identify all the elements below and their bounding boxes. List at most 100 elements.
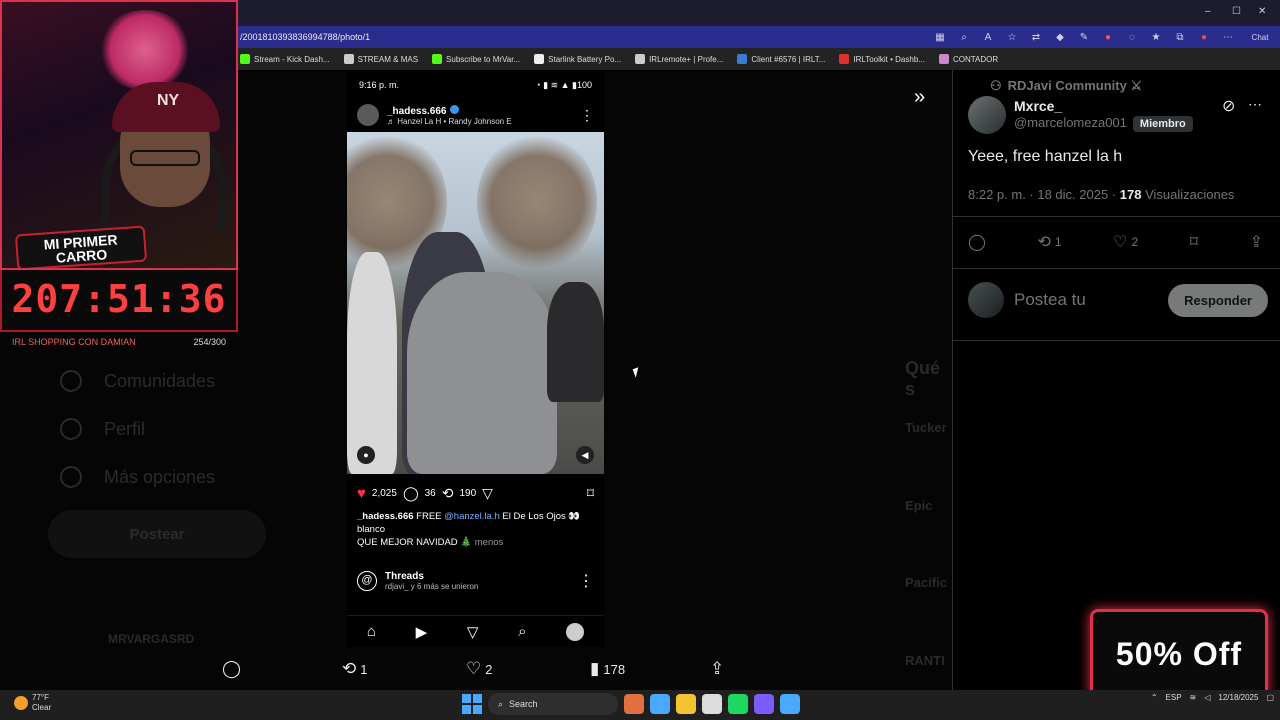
bookmark-item[interactable]: Client #6576 | IRLT... bbox=[737, 54, 825, 64]
bookmark-item[interactable]: Starlink Battery Po... bbox=[534, 54, 621, 64]
star-icon[interactable]: ☆ bbox=[1000, 32, 1024, 43]
like-button[interactable]: ♡ 2 bbox=[1113, 232, 1138, 252]
repost-button[interactable]: ⟲ 1 bbox=[1037, 232, 1061, 252]
more-icon[interactable]: ⋯ bbox=[1248, 96, 1262, 113]
comment-icon[interactable]: ◯ bbox=[403, 485, 419, 502]
maximize-button[interactable]: ☐ bbox=[1232, 6, 1241, 17]
extension-icon[interactable]: ● bbox=[1096, 32, 1120, 43]
close-window-button[interactable]: ✕ bbox=[1258, 6, 1266, 17]
send-icon[interactable]: ▽ bbox=[467, 623, 479, 641]
copilot-button[interactable]: Chat bbox=[1240, 33, 1280, 42]
reels-icon[interactable]: ▶ bbox=[416, 623, 428, 641]
save-icon[interactable]: ⌑ bbox=[587, 485, 594, 502]
more-icon[interactable]: ⋯ bbox=[1216, 32, 1240, 43]
minimize-button[interactable]: – bbox=[1205, 6, 1211, 17]
collections-icon[interactable]: ⧉ bbox=[1168, 32, 1192, 43]
clock[interactable]: 12/18/2025 bbox=[1218, 692, 1258, 703]
post-photo[interactable]: ● ◀ bbox=[347, 132, 604, 474]
share-button[interactable]: ⇪ bbox=[1250, 232, 1263, 252]
repost-icon[interactable]: ⟲ bbox=[442, 485, 454, 502]
taskbar-app-icon[interactable] bbox=[754, 694, 774, 714]
profile-avatar[interactable] bbox=[566, 622, 585, 641]
wifi-icon[interactable]: ≋ bbox=[1190, 693, 1197, 702]
tagged-user-icon[interactable]: ● bbox=[357, 446, 375, 464]
author-name[interactable]: Mxrce_ bbox=[1014, 98, 1193, 114]
account-name[interactable]: MRVARGASRD bbox=[108, 632, 194, 646]
weather-widget[interactable]: 77°F Clear bbox=[14, 693, 51, 713]
bookmark-item[interactable]: Stream - Kick Dash... bbox=[240, 54, 330, 64]
weather-condition: Clear bbox=[32, 703, 52, 712]
views-button[interactable]: ▮ 178 bbox=[590, 659, 625, 679]
avatar[interactable] bbox=[357, 104, 379, 126]
chevron-up-icon[interactable]: ⌃ bbox=[1151, 693, 1158, 702]
language-indicator[interactable]: ESP bbox=[1166, 693, 1182, 702]
avatar[interactable] bbox=[968, 96, 1006, 134]
caption-less[interactable]: menos bbox=[475, 537, 504, 548]
reply-button[interactable]: ◯ bbox=[968, 232, 986, 252]
trend-item[interactable]: Pacific bbox=[905, 575, 947, 590]
phone-status-bar: 9:16 p. m. ◔ ▮ ≋ ▲ ▮100 bbox=[347, 72, 604, 98]
notification-icon[interactable]: ▢ bbox=[1266, 693, 1274, 702]
taskbar-app-icon[interactable] bbox=[650, 694, 670, 714]
nav-communities[interactable]: Comunidades bbox=[60, 370, 215, 392]
repost-button[interactable]: ⟲ 1 bbox=[342, 659, 367, 679]
bookmark-item[interactable]: Subscribe to MrVar... bbox=[432, 54, 520, 64]
author-handle[interactable]: @marcelomeza001 bbox=[1014, 115, 1127, 130]
search-icon[interactable]: ⌕ bbox=[518, 623, 526, 640]
trend-item[interactable]: Epic bbox=[905, 498, 932, 513]
volume-icon[interactable]: ◁ bbox=[1204, 693, 1210, 702]
collapse-panel-icon[interactable]: » bbox=[914, 86, 925, 109]
heart-icon: ♡ bbox=[1113, 234, 1128, 251]
caption-mention[interactable]: @hanzel.la.h bbox=[444, 511, 500, 522]
url-text[interactable]: /2001810393836994788/photo/1 bbox=[236, 32, 928, 42]
profile-icon[interactable]: ● bbox=[1192, 32, 1216, 43]
nav-profile[interactable]: Perfil bbox=[60, 418, 145, 440]
taskbar-app-icon[interactable] bbox=[728, 694, 748, 714]
windows-start-icon[interactable] bbox=[462, 694, 482, 714]
trend-item[interactable]: Tucker bbox=[905, 420, 947, 435]
caption-user[interactable]: _hadess.666 bbox=[357, 511, 414, 522]
share-icon[interactable]: ⇪ bbox=[710, 659, 724, 679]
more-icon[interactable]: ⋮ bbox=[580, 107, 594, 124]
zoom-icon[interactable]: ⌕ bbox=[952, 32, 976, 43]
reply-submit-button[interactable]: Responder bbox=[1168, 283, 1268, 317]
favorites-icon[interactable]: ★ bbox=[1144, 32, 1168, 43]
home-icon[interactable]: ⌂ bbox=[367, 623, 376, 640]
taskbar-app-icon[interactable] bbox=[624, 694, 644, 714]
like-button[interactable]: ♡ 2 bbox=[466, 659, 492, 679]
more-icon[interactable]: ⋮ bbox=[578, 571, 594, 591]
taskbar-app-icon[interactable] bbox=[780, 694, 800, 714]
grid-icon[interactable]: ▦ bbox=[928, 32, 952, 43]
bookmark-label: Subscribe to MrVar... bbox=[446, 54, 521, 64]
bookmark-favicon-icon bbox=[534, 54, 545, 64]
read-aloud-icon[interactable]: A bbox=[976, 32, 1000, 43]
bookmark-item[interactable]: STREAM & MAS bbox=[343, 54, 418, 64]
post-song[interactable]: ♬ Hanzel La H • Randy Johnson E bbox=[387, 117, 512, 126]
bookmark-button[interactable]: ⌑ bbox=[1190, 232, 1198, 252]
heart-icon[interactable]: ♥ bbox=[357, 485, 366, 502]
post-username[interactable]: _hadess.666 bbox=[387, 104, 512, 117]
share-icon[interactable]: ▽ bbox=[482, 485, 493, 502]
address-bar[interactable]: /2001810393836994788/photo/1 ▦ ⌕ A ☆ ⇄ ◆… bbox=[236, 26, 1280, 48]
bookmark-item[interactable]: CONTADOR bbox=[938, 54, 998, 64]
taskbar-app-icon[interactable] bbox=[702, 694, 722, 714]
extension-icon[interactable]: ◆ bbox=[1048, 32, 1072, 43]
taskbar-search[interactable]: ⌕ Search bbox=[488, 693, 618, 715]
taskbar-app-icon[interactable] bbox=[676, 694, 696, 714]
bookmark-item[interactable]: IRLremote+ | Profe... bbox=[635, 54, 723, 64]
translate-icon[interactable]: ⇄ bbox=[1024, 32, 1048, 43]
nav-more-options[interactable]: Más opciones bbox=[60, 466, 215, 488]
community-label[interactable]: ⚇ RDJavi Community ⚔ bbox=[990, 78, 1142, 94]
threads-promo[interactable]: @ Threads rdjavi_ y 6 más se unieron ⋮ bbox=[347, 571, 604, 591]
mute-icon[interactable]: ◀ bbox=[576, 446, 594, 464]
system-tray: ⌃ ESP ≋ ◁ 12/18/2025 ▢ bbox=[1151, 692, 1274, 703]
reply-input[interactable]: Postea tu bbox=[1014, 290, 1158, 310]
extension-icon[interactable]: ✎ bbox=[1072, 32, 1096, 43]
extension-icon[interactable]: ◌ bbox=[1120, 32, 1144, 43]
grok-icon[interactable]: ⊘ bbox=[1222, 96, 1235, 116]
trends-heading: Qué s bbox=[905, 358, 941, 399]
post-button[interactable]: Postear bbox=[48, 510, 266, 558]
tweet-time[interactable]: 8:22 p. m. · 18 dic. 2025 · bbox=[968, 187, 1120, 202]
bookmark-item[interactable]: IRLToolkit • Dashb... bbox=[839, 54, 925, 64]
reply-icon[interactable]: ◯ bbox=[222, 659, 241, 679]
